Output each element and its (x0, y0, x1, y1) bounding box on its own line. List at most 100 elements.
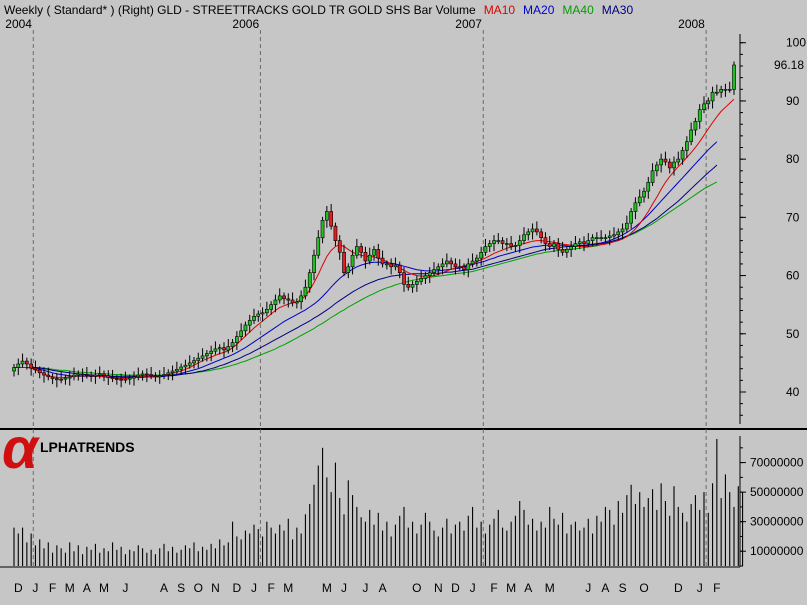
candle-body (196, 357, 201, 361)
candle-body (217, 347, 222, 350)
candle-body (479, 252, 484, 259)
price-tick-label: 70 (786, 210, 800, 224)
candle-body (637, 196, 642, 204)
candle-body (487, 243, 492, 247)
month-label: O (412, 581, 421, 595)
candle-body (599, 237, 603, 239)
candle-body (76, 373, 81, 376)
candle-body (402, 272, 406, 285)
candle-body (42, 372, 46, 376)
candle-body (667, 161, 672, 169)
month-label: F (490, 581, 497, 595)
candle-body (676, 158, 681, 163)
candle-body (689, 129, 693, 142)
price-tick-label: 90 (786, 94, 800, 108)
candle-body (320, 220, 325, 239)
candle-body (354, 246, 359, 256)
candle-body (444, 260, 449, 265)
month-label: J (122, 581, 128, 595)
candle-body (432, 269, 436, 273)
candle-body (517, 240, 522, 246)
candle-body (282, 295, 286, 300)
year-label: 2007 (455, 17, 482, 31)
candle-body (192, 360, 196, 364)
candle-body (440, 263, 445, 268)
candle-body (380, 257, 385, 265)
candle-body (363, 252, 368, 262)
candle-body (316, 237, 321, 256)
candle-body (697, 109, 702, 122)
candle-body (54, 378, 59, 381)
candle-body (474, 257, 479, 262)
candle-body (303, 286, 308, 297)
candle-body (552, 243, 556, 247)
candle-body (714, 91, 719, 94)
candle-body (59, 378, 63, 381)
month-label: A (83, 581, 91, 595)
candle-body (603, 237, 608, 239)
candle-body (342, 252, 346, 274)
candle-body (556, 243, 561, 250)
candle-body (612, 234, 616, 237)
candle-body (706, 100, 711, 105)
volume-tick-label: 10000000 (750, 544, 804, 558)
candle-body (256, 313, 261, 317)
candle-body (247, 320, 252, 326)
candle-body (243, 324, 248, 332)
title-part: MA30 (602, 3, 634, 17)
candle-body (277, 295, 282, 301)
candle-body (539, 231, 543, 238)
candle-body (522, 234, 526, 241)
candle-body (577, 241, 582, 244)
candle-body (406, 283, 411, 288)
candle-body (719, 89, 723, 93)
candle-body (226, 346, 231, 351)
candle-body (29, 363, 34, 369)
candle-body (166, 372, 171, 375)
candle-body (702, 103, 706, 111)
month-label: D (233, 581, 242, 595)
candle-body (504, 243, 509, 245)
candle-body (157, 375, 162, 378)
candle-body (620, 228, 625, 233)
price-volume-chart: 2004 2006 2007 2008 40 50 60 70 80 90 100 96.18 1000… (0, 0, 807, 600)
month-label: M (506, 581, 516, 595)
chart-title: Weekly ( Standard* ) (Right) GLD - STREE… (4, 3, 633, 17)
month-label: S (619, 581, 627, 595)
candle-body (492, 240, 496, 244)
candle-body (500, 240, 505, 244)
month-label: J (697, 581, 703, 595)
month-label: N (211, 581, 220, 595)
year-label: 2008 (678, 17, 705, 31)
candle-body (175, 368, 179, 372)
candle-body (560, 249, 565, 253)
candle-body (693, 121, 698, 131)
candle-body (179, 366, 184, 370)
candle-body (200, 355, 205, 359)
month-label: J (362, 581, 368, 595)
candle-body (629, 211, 633, 224)
month-label: F (267, 581, 274, 595)
candle-body (350, 254, 355, 268)
candle-body (273, 299, 278, 305)
candle-body (16, 363, 21, 368)
title-part: MA20 (523, 3, 555, 17)
candle-body (67, 376, 72, 379)
candle-body (46, 374, 51, 378)
candle-body (646, 182, 651, 192)
month-label: J (32, 581, 38, 595)
candle-body (162, 374, 166, 377)
candle-body (654, 164, 659, 172)
candle-body (483, 246, 488, 253)
candle-body (672, 161, 676, 169)
candle-body (453, 263, 458, 268)
candle-body (397, 264, 402, 274)
month-label: J (585, 581, 591, 595)
candle-body (384, 263, 389, 266)
candle-body (659, 158, 663, 166)
candle-body (307, 272, 312, 288)
candle-body (496, 240, 501, 242)
candle-body (624, 222, 629, 230)
candle-body (346, 266, 351, 273)
year-label: 2006 (232, 17, 259, 31)
